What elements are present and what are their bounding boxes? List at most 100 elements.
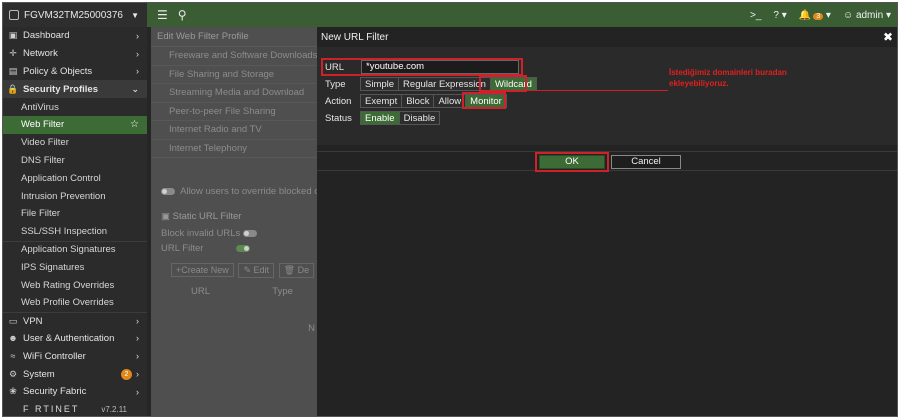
version-label: v7.2.11 <box>101 404 127 414</box>
sidebar-item-intrusion-prevention[interactable]: Intrusion Prevention <box>3 187 147 205</box>
sidebar-item-vpn[interactable]: ▭ VPN › <box>3 311 147 330</box>
url-filter-label: URL Filter <box>161 243 204 254</box>
sidebar-item-video-filter[interactable]: Video Filter <box>3 134 147 152</box>
sidebar-item-file-filter[interactable]: File Filter <box>3 205 147 223</box>
sidebar-item-ips-signatures[interactable]: IPS Signatures <box>3 258 147 276</box>
sidebar-item-label: IPS Signatures <box>21 261 85 273</box>
sidebar-item-dns-filter[interactable]: DNS Filter <box>3 152 147 170</box>
sidebar-item-security-fabric[interactable]: ❀ Security Fabric › <box>3 383 147 401</box>
sidebar-item-label: Security Fabric <box>23 386 87 398</box>
new-url-filter-dialog: New URL Filter ✖ URL *youtube.com Type S… <box>317 27 897 416</box>
action-option-block[interactable]: Block <box>401 94 435 108</box>
type-option-simple[interactable]: Simple <box>360 77 400 91</box>
sidebar-item-ssl-ssh-inspection[interactable]: SSL/SSH Inspection <box>3 223 147 241</box>
sidebar-item-antivirus[interactable]: AntiVirus <box>3 98 147 116</box>
background-page: Edit Web Filter Profile Freeware and Sof… <box>151 27 317 416</box>
section-title: Static URL Filter <box>172 211 242 222</box>
delete-button: 🗑 De <box>278 263 315 278</box>
edit-button: ✎ Edit <box>238 263 274 278</box>
brand-footer: F RTINET v7.2.11 <box>3 400 147 416</box>
network-icon: ✛ <box>9 48 17 59</box>
status-option-enable[interactable]: Enable <box>360 111 400 125</box>
sidebar-item-policy-objects[interactable]: ▤ Policy & Objects › <box>3 63 147 81</box>
sidebar-item-label: Application Control <box>21 172 101 184</box>
sidebar-item-label: VPN <box>23 315 43 327</box>
chevron-right-icon: › <box>136 333 139 344</box>
dialog-header: New URL Filter ✖ <box>317 27 897 47</box>
url-filter-row: URL Filter <box>151 243 317 254</box>
sidebar-item-dashboard[interactable]: ▣ Dashboard › <box>3 27 147 45</box>
table-toolbar: +Create New ✎ Edit 🗑 De <box>151 263 317 278</box>
help-icon: ? <box>773 9 779 21</box>
category-row: Peer-to-peer File Sharing <box>151 103 317 121</box>
table-empty: N <box>308 323 315 334</box>
fabric-icon: ❀ <box>9 386 17 397</box>
sidebar-item-application-control[interactable]: Application Control <box>3 169 147 187</box>
sidebar-item-user-authentication[interactable]: ☻ User & Authentication › <box>3 330 147 348</box>
action-option-exempt[interactable]: Exempt <box>360 94 403 108</box>
user-icon: ☻ <box>8 333 18 344</box>
sidebar-item-wifi-controller[interactable]: ≈ WiFi Controller › <box>3 347 147 365</box>
chevron-right-icon: › <box>136 386 139 397</box>
app-window: FGVM32TM25000376 ▼ ☰ ⚲ >_ ? ▾ 🔔 3 ▾ ☺ adm… <box>2 2 898 417</box>
sidebar-item-application-signatures[interactable]: Application Signatures <box>3 240 147 259</box>
create-new-button: +Create New <box>171 263 234 277</box>
help-menu[interactable]: ? ▾ <box>773 10 786 21</box>
chevron-right-icon: › <box>136 66 139 77</box>
sidebar-item-web-filter[interactable]: Web Filter ☆ <box>3 115 147 134</box>
collapse-icon: ▣ <box>161 211 170 222</box>
chevron-right-icon: › <box>136 369 139 380</box>
block-invalid-label: Block invalid URLs <box>161 228 241 239</box>
status-label: Status <box>325 112 352 124</box>
user-icon: ☺ <box>842 9 854 21</box>
category-row: Internet Radio and TV <box>151 121 317 140</box>
override-toggle <box>161 187 175 195</box>
menu-icon[interactable]: ☰ <box>157 8 168 22</box>
annotation-line-2: ekleyebiliyoruz. <box>669 79 729 88</box>
device-name: FGVM32TM25000376 <box>24 9 123 21</box>
alerts-menu[interactable]: 🔔 3 ▾ <box>799 10 831 21</box>
type-label: Type <box>325 78 346 90</box>
star-icon[interactable]: ☆ <box>130 119 139 130</box>
sidebar-item-web-profile-overrides[interactable]: Web Profile Overrides <box>3 294 147 312</box>
vpn-icon: ▭ <box>8 315 18 326</box>
annotation-text: İstediğimiz domainleri buradan ekleyebil… <box>669 67 829 89</box>
cancel-button[interactable]: Cancel <box>611 155 681 169</box>
sidebar-item-web-rating-overrides[interactable]: Web Rating Overrides <box>3 276 147 294</box>
action-label: Action <box>325 95 352 107</box>
sidebar-item-label: WiFi Controller <box>23 350 86 362</box>
category-row: Internet Telephony <box>151 140 317 158</box>
sidebar-item-label: Network <box>23 48 58 60</box>
sidebar-item-label: Application Signatures <box>21 244 116 256</box>
sidebar-item-system[interactable]: ⚙ System 2 › <box>3 365 147 383</box>
sidebar-item-label: User & Authentication <box>23 332 115 344</box>
sidebar-item-label: DNS Filter <box>21 154 65 166</box>
type-option-regex[interactable]: Regular Expression <box>398 77 491 91</box>
bell-icon: 🔔 <box>798 9 812 21</box>
category-row: Streaming Media and Download <box>151 84 317 103</box>
category-row: Freeware and Software Downloads <box>151 47 317 66</box>
sidebar-item-label: Web Filter <box>21 119 65 131</box>
user-menu[interactable]: ☺ admin ▾ <box>843 10 891 21</box>
table-header: URL Type <box>151 286 317 297</box>
sidebar-item-label: Intrusion Prevention <box>21 190 106 202</box>
close-icon[interactable]: ✖ <box>883 30 893 44</box>
sidebar-item-label: Web Profile Overrides <box>21 297 114 309</box>
sidebar-item-network[interactable]: ✛ Network › <box>3 45 147 63</box>
sidebar: ▣ Dashboard › ✛ Network › ▤ Policy & Obj… <box>3 27 147 416</box>
sidebar-item-label: System <box>23 368 55 380</box>
dialog-footer: OK Cancel <box>317 151 897 172</box>
fortinet-logo: F RTINET <box>23 404 80 414</box>
ok-highlight <box>535 152 609 172</box>
override-label: Allow users to override blocked cat <box>180 186 317 197</box>
static-url-filter-header: ▣ Static URL Filter <box>151 211 317 222</box>
status-option-disable[interactable]: Disable <box>398 111 441 125</box>
device-selector[interactable]: FGVM32TM25000376 ▼ <box>3 3 147 27</box>
chevron-right-icon: › <box>136 48 139 59</box>
url-highlight <box>321 58 523 76</box>
search-icon[interactable]: ⚲ <box>178 8 187 22</box>
sidebar-item-label: Web Rating Overrides <box>21 279 115 291</box>
sidebar-item-security-profiles[interactable]: 🔒 Security Profiles ⌄ <box>3 80 147 99</box>
cli-icon[interactable]: >_ <box>750 10 761 21</box>
sidebar-item-label: Policy & Objects <box>23 65 93 77</box>
